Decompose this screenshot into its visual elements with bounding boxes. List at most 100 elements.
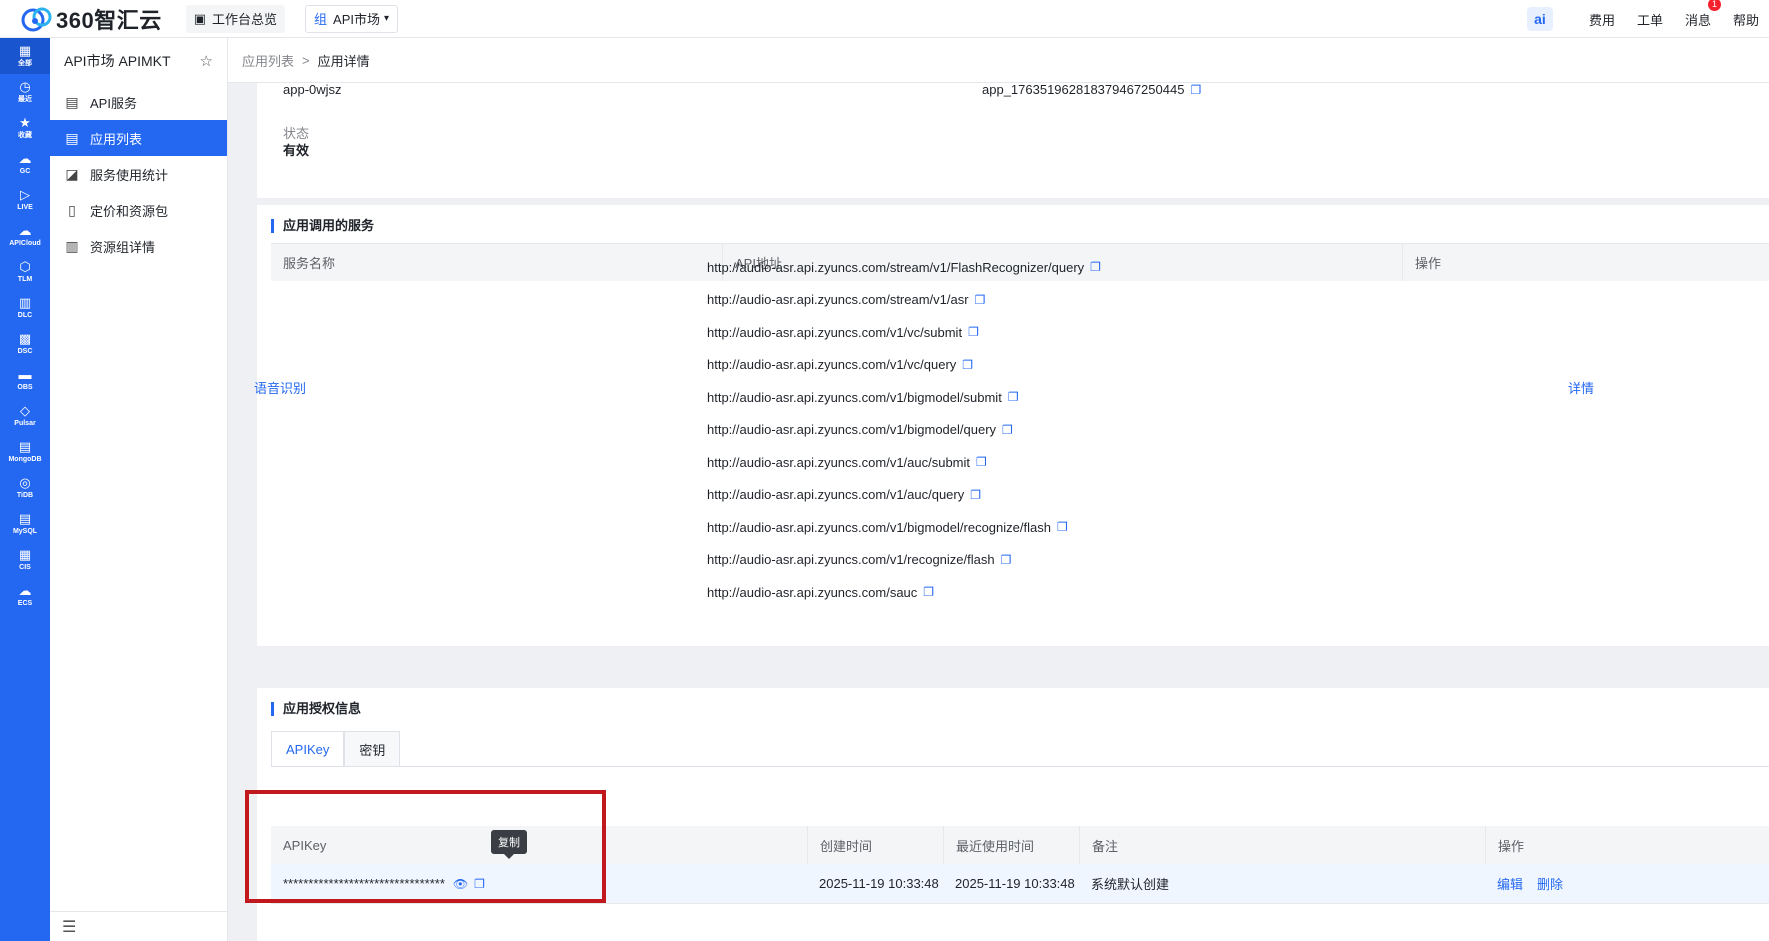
edit-link[interactable]: 编辑	[1497, 874, 1523, 893]
col-op: 操作	[1485, 826, 1769, 864]
rail-item-ecs[interactable]: ☁ ECS	[0, 578, 50, 614]
col-action: 操作	[1402, 244, 1769, 281]
chevron-down-icon: ▾	[384, 13, 390, 24]
logo[interactable]: 360智汇云	[20, 0, 162, 38]
sidebar-item-app-list[interactable]: ▤ 应用列表	[50, 120, 227, 156]
rail-item-all[interactable]: ▦ 全部	[0, 38, 50, 74]
star-icon: ★	[19, 115, 31, 130]
rail-item-gc[interactable]: ☁ GC	[0, 146, 50, 182]
app-name: app-0wjsz	[283, 83, 342, 97]
rail-label: DSC	[17, 348, 33, 355]
sidebar-item-pricing[interactable]: ▯ 定价和资源包	[50, 192, 227, 228]
rail-item-recent[interactable]: ◷ 最近	[0, 74, 50, 110]
rail-item-dlc[interactable]: ▥ DLC	[0, 290, 50, 326]
copy-icon[interactable]: ❐	[1057, 520, 1068, 534]
hex-icon: ⬡	[19, 259, 31, 274]
grid-icon: ▦	[18, 43, 32, 58]
api-url: http://audio-asr.api.zyuncs.com/sauc	[707, 584, 918, 600]
copy-icon[interactable]: ❐	[923, 585, 934, 599]
rail-label: 收藏	[18, 132, 32, 139]
logo-text: 360智汇云	[56, 7, 162, 33]
copy-icon[interactable]: ❐	[1190, 83, 1201, 97]
market-selector[interactable]: 组 API市场 ▾	[305, 4, 399, 33]
rail-item-pulsar[interactable]: ◇ Pulsar	[0, 398, 50, 434]
rail-label: ECS	[17, 600, 33, 607]
rail-item-favorites[interactable]: ★ 收藏	[0, 110, 50, 146]
grid-dots-icon: ▩	[18, 331, 32, 346]
api-url-list: http://audio-asr.api.zyuncs.com/stream/v…	[707, 251, 1101, 609]
tab-secret[interactable]: 密钥	[344, 731, 401, 767]
api-url-item: http://audio-asr.api.zyuncs.com/v1/vc/su…	[707, 316, 1101, 349]
workbench-button[interactable]: ▣ 工作台总览	[185, 4, 286, 33]
delete-link[interactable]: 删除	[1537, 874, 1563, 893]
messages-link[interactable]: 消息 1	[1685, 0, 1721, 29]
rail-label: DLC	[17, 312, 33, 319]
billing-link[interactable]: 费用	[1589, 10, 1615, 29]
rail-item-cis[interactable]: ▦ CIS	[0, 542, 50, 578]
sidebar-item-resource-group[interactable]: ▥ 资源组详情	[50, 228, 227, 264]
status-value: 有效	[283, 143, 310, 158]
rail-label: TiDB	[16, 492, 34, 499]
rail-label: LIVE	[17, 204, 33, 211]
rail-label: GC	[19, 168, 31, 175]
ecs-icon: ☁	[18, 583, 32, 598]
rail-item-dsc[interactable]: ▩ DSC	[0, 326, 50, 362]
api-url: http://audio-asr.api.zyuncs.com/stream/v…	[707, 292, 969, 308]
rail-item-mysql[interactable]: ▤ MySQL	[0, 506, 50, 542]
service-detail-link[interactable]: 详情	[1568, 378, 1594, 397]
product-rail: ▦ 全部 ◷ 最近 ★ 收藏 ☁ GC ▷ LIVE ☁ APICloud ⬡ TLM ▥ DL…	[0, 38, 50, 941]
message-badge: 1	[1707, 0, 1721, 11]
copy-icon[interactable]: ❐	[1002, 423, 1013, 437]
col-service-name: 服务名称	[283, 256, 336, 271]
help-link[interactable]: 帮助	[1733, 10, 1759, 29]
last-used-time: 2025-11-19 10:33:48	[955, 876, 1075, 891]
sidebar-item-usage-stats[interactable]: ◪ 服务使用统计	[50, 156, 227, 192]
col-note: 备注	[1079, 826, 1485, 864]
rail-item-tlm[interactable]: ⬡ TLM	[0, 254, 50, 290]
sidebar-item-label: 资源组详情	[90, 239, 156, 255]
copy-icon[interactable]: ❐	[962, 358, 973, 372]
mongo-icon: ▤	[18, 439, 32, 454]
api-url: http://audio-asr.api.zyuncs.com/v1/auc/s…	[707, 454, 971, 470]
rail-item-tidb[interactable]: ◎ TiDB	[0, 470, 50, 506]
api-url-item: http://audio-asr.api.zyuncs.com/v1/bigmo…	[707, 511, 1101, 544]
created-time: 2025-11-19 10:33:48	[819, 876, 939, 891]
rail-item-live[interactable]: ▷ LIVE	[0, 182, 50, 218]
sidebar-item-label: 定价和资源包	[90, 203, 169, 219]
copy-icon[interactable]: ❐	[1001, 553, 1012, 567]
layout-icon: ▤	[65, 129, 79, 146]
rail-item-mongodb[interactable]: ▤ MongoDB	[0, 434, 50, 470]
clock-icon: ◷	[19, 79, 31, 94]
tab-divider	[271, 766, 1769, 767]
market-label: API市场	[333, 12, 381, 27]
copy-icon[interactable]: ❐	[970, 488, 981, 502]
copy-icon[interactable]: ❐	[1008, 390, 1019, 404]
api-url-item: http://audio-asr.api.zyuncs.com/v1/bigmo…	[707, 381, 1101, 414]
api-url: http://audio-asr.api.zyuncs.com/v1/vc/qu…	[707, 357, 957, 373]
rail-label: 全部	[18, 60, 32, 67]
cloud-icon: ☁	[18, 151, 32, 166]
favorite-star-icon[interactable]: ☆	[200, 52, 213, 70]
copy-icon[interactable]: ❐	[976, 455, 987, 469]
top-bar: 360智汇云 ▣ 工作台总览 组 API市场 ▾ ai 费用 工单 消息 1 帮…	[0, 0, 1769, 38]
bucket-icon: ▬	[18, 367, 32, 382]
api-url: http://audio-asr.api.zyuncs.com/v1/bigmo…	[707, 519, 1051, 535]
collapse-sidebar-icon[interactable]: ☰	[50, 911, 228, 941]
copy-icon[interactable]: ❐	[975, 293, 986, 307]
rail-label: TLM	[17, 276, 33, 283]
rail-item-obs[interactable]: ▬ OBS	[0, 362, 50, 398]
rail-label: CIS	[19, 564, 31, 571]
service-name-link[interactable]: 语音识别	[254, 378, 306, 397]
sidebar-item-api-services[interactable]: ▤ API服务	[50, 84, 227, 120]
rail-item-apicloud[interactable]: ☁ APICloud	[0, 218, 50, 254]
tab-apikey[interactable]: APIKey	[271, 731, 345, 767]
layout-icon: ▤	[65, 93, 79, 110]
ai-assistant-button[interactable]: ai	[1526, 7, 1553, 31]
ticket-link[interactable]: 工单	[1637, 10, 1663, 29]
breadcrumb: 应用列表 > 应用详情	[228, 38, 1769, 83]
api-url-item: http://audio-asr.api.zyuncs.com/stream/v…	[707, 284, 1101, 317]
copy-icon[interactable]: ❐	[1090, 260, 1101, 274]
play-icon: ▷	[20, 187, 30, 202]
copy-icon[interactable]: ❐	[968, 325, 979, 339]
breadcrumb-parent[interactable]: 应用列表	[242, 51, 294, 70]
